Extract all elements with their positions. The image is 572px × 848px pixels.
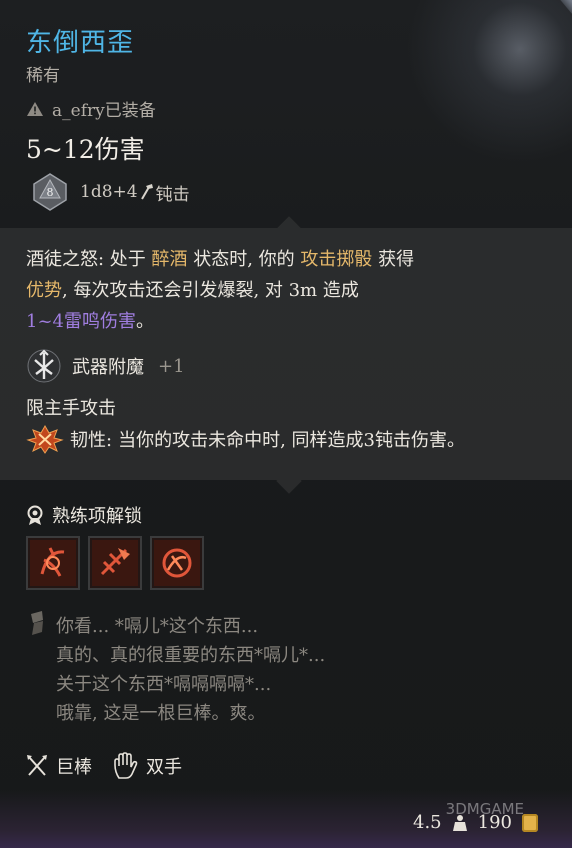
bludgeoning-icon <box>140 184 153 200</box>
damage-dice-row: 8 1d8+4 钝击 <box>30 172 190 212</box>
proficiency-label: 熟练项解锁 <box>52 506 142 527</box>
item-tooltip-card: 东倒西歪 稀有 a_efry已装备 5~12伤害 8 1d8+4 钝击 酒徒之怒… <box>0 0 572 848</box>
proficiency-icons <box>26 536 204 590</box>
proficiency-skill-3-icon[interactable] <box>150 536 204 590</box>
enchantment-icon <box>27 349 61 383</box>
quill-icon <box>31 611 43 635</box>
weight-value: 4.5 <box>413 812 442 833</box>
weapon-type-two-handed[interactable]: 双手 <box>112 752 182 780</box>
drunk-keyword[interactable]: 醉酒 <box>152 249 188 270</box>
proficiency-header: 熟练项解锁 <box>26 502 142 528</box>
warning-icon <box>27 101 43 116</box>
toughness-label[interactable]: 韧性: <box>70 426 112 452</box>
damage-type: 钝击 <box>155 184 190 205</box>
main-hand-only: 限主手攻击 <box>26 398 116 419</box>
proficiency-skill-2-icon[interactable] <box>88 536 142 590</box>
weapon-type-label: 巨棒 <box>56 757 92 778</box>
effect-text: 。 <box>136 311 154 332</box>
advantage-keyword[interactable]: 优势 <box>26 280 62 301</box>
enchantment-label: 武器附魔 <box>72 357 144 378</box>
proficiency-unlock-icon <box>27 505 43 525</box>
effect-text: , 每次攻击还会引发爆裂, 对 3m 造成 <box>62 280 359 301</box>
weapon-type-greatclub[interactable]: 巨棒 <box>26 753 92 779</box>
damage-range: 5~12伤害 <box>26 135 145 164</box>
effect-text: 状态时, 你的 <box>187 249 301 270</box>
toughness-description: 当你的攻击未命中时, 同样造成3钝击伤害。 <box>118 430 465 451</box>
gold-value: 190 <box>477 812 512 833</box>
weapon-handedness-label: 双手 <box>146 757 182 778</box>
proficiency-skill-1-icon[interactable] <box>26 536 80 590</box>
attack-roll-keyword[interactable]: 攻击掷骰 <box>300 249 372 270</box>
d8-dice-icon: 8 <box>33 173 67 211</box>
toughness-property: 韧性: 当你的攻击未命中时, 同样造成3钝击伤害。 <box>26 424 465 454</box>
dice-formula: 1d8+4 <box>80 182 138 202</box>
equipped-by-text: a_efry已装备 <box>52 101 156 121</box>
hand-icon <box>114 752 138 779</box>
item-stats: 4.5 190 <box>413 812 538 833</box>
flavor-line: 哦靠, 这是一根巨棒。爽。 <box>56 703 266 724</box>
gold-coin-icon <box>522 813 538 832</box>
equipped-indicator: a_efry已装备 <box>26 96 156 121</box>
flavor-line: 你看... *嗝儿*这个东西... <box>56 616 259 637</box>
dice-value: 8 <box>47 186 54 199</box>
crossed-weapons-icon <box>27 755 47 776</box>
effect-text: 获得 <box>372 249 415 270</box>
toughness-icon <box>26 424 64 454</box>
drunken-rage-effect: 酒徒之怒: 处于 醉酒 状态时, 你的 攻击掷骰 获得 优势, 每次攻击还会引发… <box>26 244 546 337</box>
weapon-properties: 巨棒 双手 <box>26 752 182 780</box>
enchantment-bonus: +1 <box>158 355 185 377</box>
flavor-text: 你看... *嗝儿*这个东西... 真的、真的很重要的东西*嗝儿*... 关于这… <box>56 612 325 728</box>
tooltip-header: 东倒西歪 稀有 a_efry已装备 5~12伤害 8 1d8+4 钝击 <box>0 0 572 228</box>
effect-text: 酒徒之怒: 处于 <box>26 249 152 270</box>
item-name: 东倒西歪 <box>26 28 135 58</box>
flavor-line: 真的、真的很重要的东西*嗝儿*... <box>56 645 326 666</box>
flavor-line: 关于这个东西*嗝嗝嗝嗝*... <box>56 674 272 695</box>
item-rarity: 稀有 <box>26 66 60 86</box>
weight-icon <box>452 814 467 831</box>
thunder-damage-keyword[interactable]: 1~4雷鸣伤害 <box>26 311 136 332</box>
weapon-enchantment: 武器附魔 +1 <box>26 348 185 384</box>
